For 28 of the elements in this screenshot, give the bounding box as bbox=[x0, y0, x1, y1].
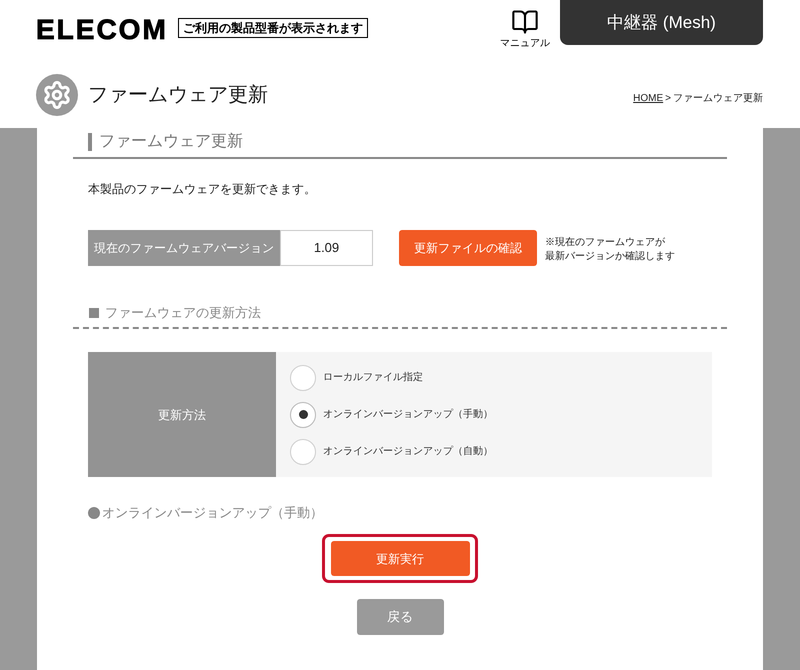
dot-bullet-icon bbox=[88, 507, 100, 519]
method-heading: ファームウェアの更新方法 bbox=[105, 304, 261, 322]
logo: ELECOM bbox=[36, 16, 168, 44]
book-icon bbox=[511, 8, 539, 36]
version-label: 現在のファームウェアバージョン bbox=[88, 230, 280, 266]
radio-button[interactable] bbox=[290, 438, 316, 464]
model-notice: ご利用の製品型番が表示されます bbox=[178, 18, 368, 38]
selected-method-heading: オンラインバージョンアップ（手動） bbox=[102, 504, 323, 522]
breadcrumb-current: ファームウェア更新 bbox=[673, 92, 763, 106]
breadcrumb-separator: > bbox=[665, 92, 671, 106]
radio-label[interactable]: ローカルファイル指定 bbox=[323, 370, 423, 385]
device-tab[interactable]: 中継器 (Mesh) bbox=[560, 0, 763, 45]
check-note: ※現在のファームウェアが bbox=[545, 236, 665, 250]
manual-link[interactable]: マニュアル bbox=[500, 8, 550, 49]
radio-button[interactable] bbox=[290, 364, 316, 390]
heading-bar-icon bbox=[88, 133, 92, 151]
breadcrumb-link[interactable]: HOME bbox=[633, 90, 664, 106]
gear-icon bbox=[36, 74, 78, 116]
description: 本製品のファームウェアを更新できます。 bbox=[88, 181, 316, 197]
radio-label[interactable]: オンラインバージョンアップ（自動） bbox=[323, 444, 493, 459]
version-value: 1.09 bbox=[280, 230, 373, 266]
check-note: 最新バージョンか確認します bbox=[545, 250, 675, 264]
page-title: ファームウェア更新 bbox=[88, 83, 268, 108]
square-bullet-icon bbox=[89, 308, 99, 318]
section-heading: ファームウェア更新 bbox=[99, 132, 243, 152]
method-label: 更新方法 bbox=[88, 352, 276, 477]
radio-button[interactable] bbox=[290, 402, 316, 428]
radio-label[interactable]: オンラインバージョンアップ（手動） bbox=[323, 407, 493, 422]
